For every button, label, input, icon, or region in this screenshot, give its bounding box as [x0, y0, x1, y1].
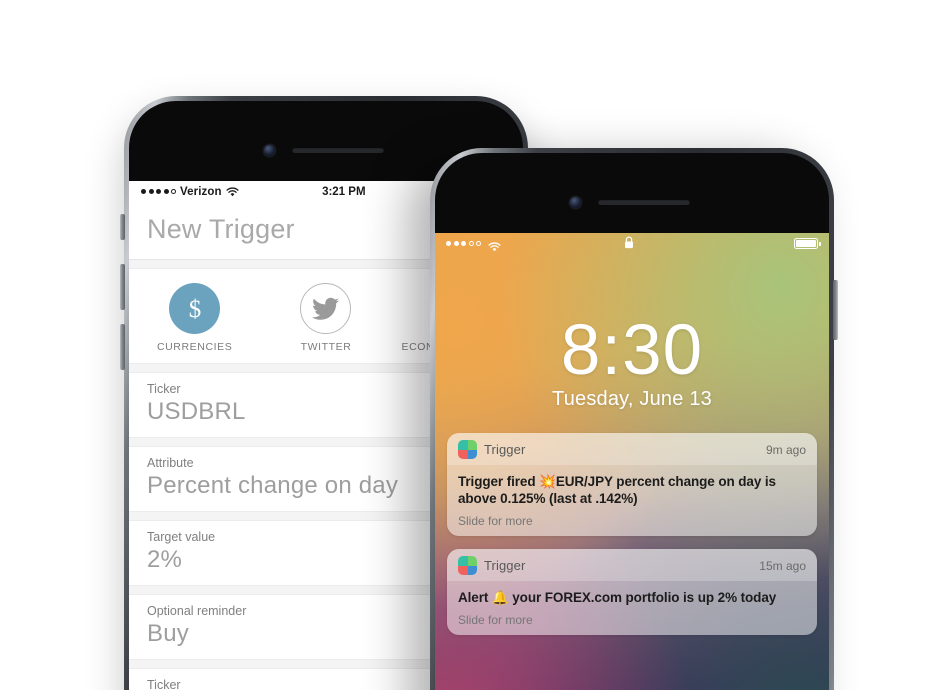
battery-full-icon — [794, 238, 821, 249]
status-bar-left-group: Verizon — [141, 186, 239, 198]
status-bar-right — [435, 233, 829, 254]
silent-switch[interactable] — [120, 214, 125, 240]
category-label: TWITTER — [300, 341, 352, 353]
notification-body: Trigger fired 💥EUR/JPY percent change on… — [447, 465, 817, 511]
notification-slide-hint[interactable]: Slide for more — [447, 610, 817, 635]
clock-date: Tuesday, June 13 — [552, 388, 712, 410]
front-camera-icon — [570, 197, 581, 208]
screenshot-stage: Verizon 3:21 PM New Trigger $ CURRENCIES… — [0, 0, 949, 690]
svg-text:$: $ — [188, 296, 201, 323]
notification-timestamp: 9m ago — [765, 442, 806, 457]
notification-item[interactable]: Trigger 15m ago Alert 🔔 your FOREX.com p… — [447, 549, 817, 635]
phone-right-body: 8:30 Tuesday, June 13 Trigger 9m ago Tri… — [435, 153, 829, 690]
front-camera-icon — [264, 145, 275, 156]
clock-time: 8:30 — [560, 311, 704, 390]
signal-strength-icon — [141, 189, 176, 194]
notification-header: Trigger 9m ago — [447, 433, 817, 465]
phone-right-screen: 8:30 Tuesday, June 13 Trigger 9m ago Tri… — [435, 233, 829, 690]
notification-app-name: Trigger — [484, 442, 526, 457]
notification-list: Trigger 9m ago Trigger fired 💥EUR/JPY pe… — [435, 433, 829, 635]
trigger-app-icon — [458, 440, 477, 459]
dollar-icon: $ — [169, 283, 221, 334]
notification-slide-hint[interactable]: Slide for more — [447, 511, 817, 536]
phone-device-right: 8:30 Tuesday, June 13 Trigger 9m ago Tri… — [430, 148, 838, 690]
clock-label-left: 3:21 PM — [322, 185, 366, 198]
notification-body: Alert 🔔 your FOREX.com portfolio is up 2… — [447, 581, 817, 610]
trigger-app-icon — [458, 556, 477, 575]
category-currencies[interactable]: $ CURRENCIES — [129, 283, 260, 353]
lock-screen-clock: 8:30 Tuesday, June 13 — [435, 312, 829, 411]
notification-app-name: Trigger — [484, 558, 526, 573]
notification-timestamp: 15m ago — [759, 558, 806, 573]
power-button[interactable] — [833, 280, 838, 340]
notification-item[interactable]: Trigger 9m ago Trigger fired 💥EUR/JPY pe… — [447, 433, 817, 536]
volume-down-button[interactable] — [120, 324, 125, 370]
lock-icon — [501, 236, 756, 252]
signal-strength-icon — [446, 241, 481, 246]
category-label: CURRENCIES — [156, 341, 233, 353]
earpiece-speaker — [292, 147, 384, 153]
wifi-icon — [488, 239, 501, 251]
notification-text: Alert 🔔 your FOREX.com portfolio is up 2… — [458, 590, 777, 605]
status-bar-left-group — [446, 239, 501, 251]
notification-header: Trigger 15m ago — [447, 549, 817, 581]
earpiece-speaker — [598, 199, 690, 205]
carrier-label: Verizon — [180, 185, 222, 198]
wifi-icon — [226, 186, 239, 197]
twitter-bird-icon — [300, 283, 352, 334]
category-twitter[interactable]: TWITTER — [260, 283, 391, 353]
volume-up-button[interactable] — [120, 264, 125, 310]
status-bar-right-group — [756, 238, 821, 249]
notification-text: Trigger fired 💥EUR/JPY percent change on… — [458, 474, 776, 506]
